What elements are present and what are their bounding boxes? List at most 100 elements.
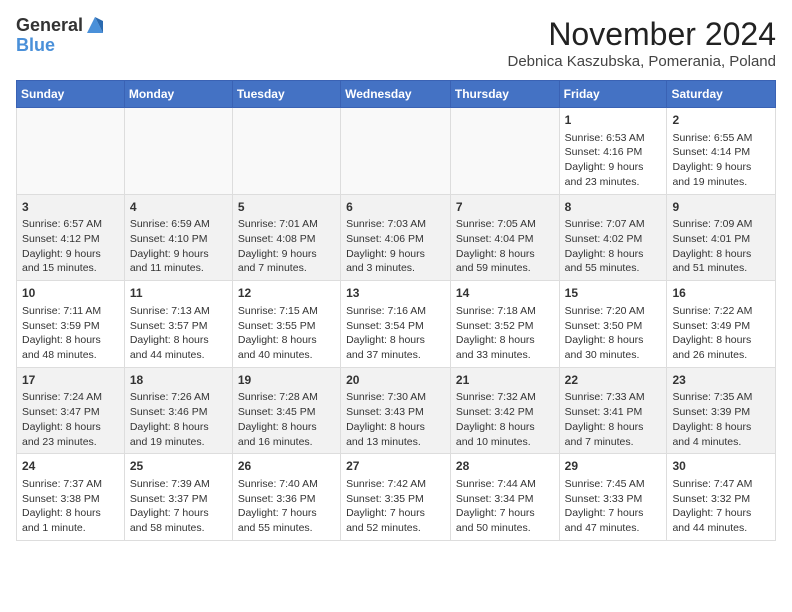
day-info: Sunrise: 7:15 AM Sunset: 3:55 PM Dayligh… — [238, 304, 335, 363]
day-number: 19 — [238, 372, 335, 389]
day-number: 27 — [346, 458, 445, 475]
calendar-cell — [124, 108, 232, 195]
calendar: SundayMondayTuesdayWednesdayThursdayFrid… — [16, 80, 776, 541]
day-number: 3 — [22, 199, 119, 216]
calendar-cell: 12Sunrise: 7:15 AM Sunset: 3:55 PM Dayli… — [232, 281, 340, 368]
calendar-week-4: 17Sunrise: 7:24 AM Sunset: 3:47 PM Dayli… — [17, 367, 776, 454]
calendar-cell: 29 Sunrise: 7:45 AM Sunset: 3:33 PM Dayli… — [559, 454, 667, 541]
day-info: Sunrise: 7:16 AM Sunset: 3:54 PM Dayligh… — [346, 304, 445, 363]
day-info: Sunrise: 7:37 AM Sunset: 3:38 PM Dayligh… — [22, 477, 119, 536]
logo-line1: General — [16, 16, 83, 36]
calendar-cell: 23Sunrise: 7:35 AM Sunset: 3:39 PM Dayli… — [667, 367, 776, 454]
day-number: 22 — [565, 372, 662, 389]
day-number: 5 — [238, 199, 335, 216]
calendar-cell: 24 Sunrise: 7:37 AM Sunset: 3:38 PM Dayli… — [17, 454, 125, 541]
calendar-header-friday: Friday — [559, 81, 667, 108]
day-info: Sunrise: 7:35 AM Sunset: 3:39 PM Dayligh… — [672, 390, 770, 449]
calendar-cell: 30Sunrise: 7:47 AM Sunset: 3:32 PM Dayli… — [667, 454, 776, 541]
day-info: Sunrise: 7:42 AM Sunset: 3:35 PM Dayligh… — [346, 477, 445, 536]
day-info: Sunrise: 7:05 AM Sunset: 4:04 PM Dayligh… — [456, 217, 554, 276]
calendar-cell: 9Sunrise: 7:09 AM Sunset: 4:01 PM Daylig… — [667, 194, 776, 281]
calendar-cell — [17, 108, 125, 195]
calendar-cell: 13 Sunrise: 7:16 AM Sunset: 3:54 PM Dayli… — [341, 281, 451, 368]
calendar-cell: 11 Sunrise: 7:13 AM Sunset: 3:57 PM Dayli… — [124, 281, 232, 368]
day-info: Sunrise: 7:01 AM Sunset: 4:08 PM Dayligh… — [238, 217, 335, 276]
day-number: 18 — [130, 372, 227, 389]
day-info: Sunrise: 6:57 AM Sunset: 4:12 PM Dayligh… — [22, 217, 119, 276]
day-number: 28 — [456, 458, 554, 475]
calendar-week-3: 10 Sunrise: 7:11 AM Sunset: 3:59 PM Dayli… — [17, 281, 776, 368]
day-info: Sunrise: 7:07 AM Sunset: 4:02 PM Dayligh… — [565, 217, 662, 276]
calendar-cell: 17Sunrise: 7:24 AM Sunset: 3:47 PM Dayli… — [17, 367, 125, 454]
day-info: Sunrise: 7:26 AM Sunset: 3:46 PM Dayligh… — [130, 390, 227, 449]
calendar-header-row: SundayMondayTuesdayWednesdayThursdayFrid… — [17, 81, 776, 108]
main-title: November 2024 — [508, 16, 777, 53]
calendar-cell: 18Sunrise: 7:26 AM Sunset: 3:46 PM Dayli… — [124, 367, 232, 454]
calendar-header-sunday: Sunday — [17, 81, 125, 108]
day-info: Sunrise: 7:33 AM Sunset: 3:41 PM Dayligh… — [565, 390, 662, 449]
day-number: 7 — [456, 199, 554, 216]
day-number: 9 — [672, 199, 770, 216]
day-number: 20 — [346, 372, 445, 389]
day-number: 15 — [565, 285, 662, 302]
day-info: Sunrise: 7:13 AM Sunset: 3:57 PM Dayligh… — [130, 304, 227, 363]
calendar-cell: 26Sunrise: 7:40 AM Sunset: 3:36 PM Dayli… — [232, 454, 340, 541]
calendar-cell: 8Sunrise: 7:07 AM Sunset: 4:02 PM Daylig… — [559, 194, 667, 281]
day-info: Sunrise: 7:45 AM Sunset: 3:33 PM Dayligh… — [565, 477, 662, 536]
calendar-cell: 1Sunrise: 6:53 AM Sunset: 4:16 PM Daylig… — [559, 108, 667, 195]
calendar-cell: 2 Sunrise: 6:55 AM Sunset: 4:14 PM Daylig… — [667, 108, 776, 195]
day-number: 14 — [456, 285, 554, 302]
calendar-cell: 7Sunrise: 7:05 AM Sunset: 4:04 PM Daylig… — [450, 194, 559, 281]
subtitle: Debnica Kaszubska, Pomerania, Poland — [508, 53, 777, 70]
day-info: Sunrise: 7:39 AM Sunset: 3:37 PM Dayligh… — [130, 477, 227, 536]
calendar-week-5: 24 Sunrise: 7:37 AM Sunset: 3:38 PM Dayli… — [17, 454, 776, 541]
day-info: Sunrise: 7:20 AM Sunset: 3:50 PM Dayligh… — [565, 304, 662, 363]
calendar-cell — [450, 108, 559, 195]
day-number: 8 — [565, 199, 662, 216]
day-number: 2 — [672, 112, 770, 129]
header: General Blue November 2024 Debnica Kaszu… — [16, 16, 776, 70]
calendar-header-tuesday: Tuesday — [232, 81, 340, 108]
day-info: Sunrise: 7:18 AM Sunset: 3:52 PM Dayligh… — [456, 304, 554, 363]
day-info: Sunrise: 7:11 AM Sunset: 3:59 PM Dayligh… — [22, 304, 119, 363]
calendar-cell: 25 Sunrise: 7:39 AM Sunset: 3:37 PM Dayli… — [124, 454, 232, 541]
day-number: 23 — [672, 372, 770, 389]
day-number: 4 — [130, 199, 227, 216]
calendar-header-thursday: Thursday — [450, 81, 559, 108]
calendar-header-monday: Monday — [124, 81, 232, 108]
calendar-cell: 5Sunrise: 7:01 AM Sunset: 4:08 PM Daylig… — [232, 194, 340, 281]
calendar-cell: 3Sunrise: 6:57 AM Sunset: 4:12 PM Daylig… — [17, 194, 125, 281]
day-info: Sunrise: 7:24 AM Sunset: 3:47 PM Dayligh… — [22, 390, 119, 449]
calendar-cell: 19Sunrise: 7:28 AM Sunset: 3:45 PM Dayli… — [232, 367, 340, 454]
day-info: Sunrise: 7:03 AM Sunset: 4:06 PM Dayligh… — [346, 217, 445, 276]
day-number: 17 — [22, 372, 119, 389]
calendar-header-wednesday: Wednesday — [341, 81, 451, 108]
day-number: 25 — [130, 458, 227, 475]
calendar-cell: 10 Sunrise: 7:11 AM Sunset: 3:59 PM Dayli… — [17, 281, 125, 368]
day-number: 13 — [346, 285, 445, 302]
day-info: Sunrise: 7:40 AM Sunset: 3:36 PM Dayligh… — [238, 477, 335, 536]
calendar-cell: 14 Sunrise: 7:18 AM Sunset: 3:52 PM Dayli… — [450, 281, 559, 368]
day-number: 10 — [22, 285, 119, 302]
calendar-header-saturday: Saturday — [667, 81, 776, 108]
day-number: 21 — [456, 372, 554, 389]
day-number: 24 — [22, 458, 119, 475]
calendar-cell: 16Sunrise: 7:22 AM Sunset: 3:49 PM Dayli… — [667, 281, 776, 368]
day-number: 29 — [565, 458, 662, 475]
calendar-cell: 6Sunrise: 7:03 AM Sunset: 4:06 PM Daylig… — [341, 194, 451, 281]
calendar-cell: 27 Sunrise: 7:42 AM Sunset: 3:35 PM Dayli… — [341, 454, 451, 541]
day-info: Sunrise: 7:28 AM Sunset: 3:45 PM Dayligh… — [238, 390, 335, 449]
day-info: Sunrise: 6:55 AM Sunset: 4:14 PM Dayligh… — [672, 131, 770, 190]
day-info: Sunrise: 7:09 AM Sunset: 4:01 PM Dayligh… — [672, 217, 770, 276]
day-number: 11 — [130, 285, 227, 302]
logo-icon — [85, 15, 105, 35]
logo-line2: Blue — [16, 35, 55, 55]
calendar-cell: 22Sunrise: 7:33 AM Sunset: 3:41 PM Dayli… — [559, 367, 667, 454]
title-area: November 2024 Debnica Kaszubska, Pomeran… — [508, 16, 777, 70]
calendar-cell: 15 Sunrise: 7:20 AM Sunset: 3:50 PM Dayli… — [559, 281, 667, 368]
calendar-cell — [232, 108, 340, 195]
day-info: Sunrise: 7:30 AM Sunset: 3:43 PM Dayligh… — [346, 390, 445, 449]
day-info: Sunrise: 7:44 AM Sunset: 3:34 PM Dayligh… — [456, 477, 554, 536]
calendar-week-2: 3Sunrise: 6:57 AM Sunset: 4:12 PM Daylig… — [17, 194, 776, 281]
day-info: Sunrise: 7:22 AM Sunset: 3:49 PM Dayligh… — [672, 304, 770, 363]
